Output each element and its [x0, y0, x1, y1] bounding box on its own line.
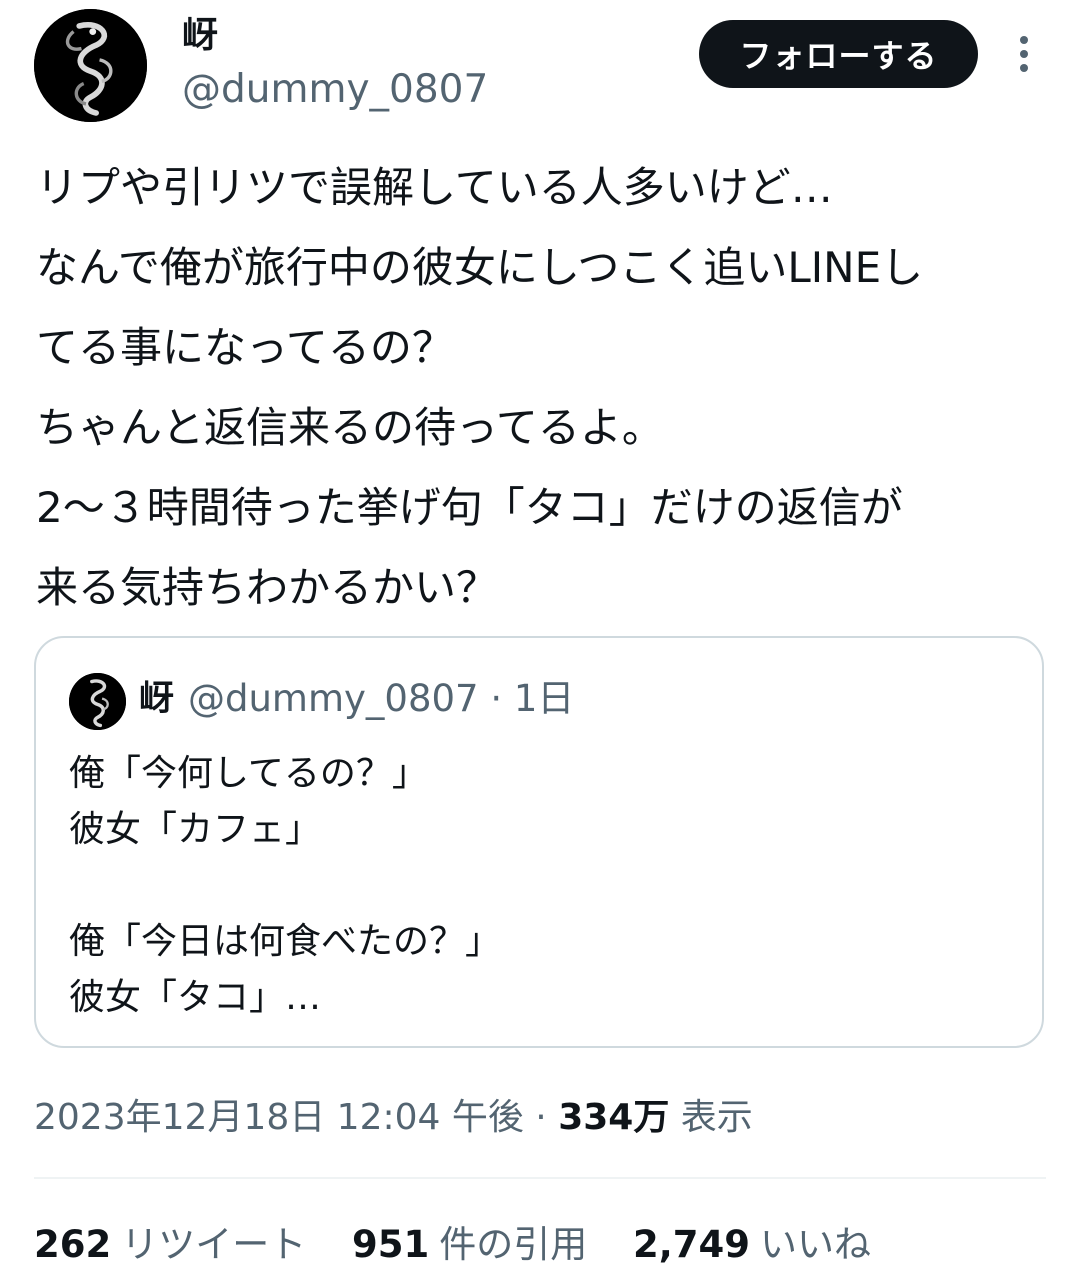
quoted-author-meta: @dummy_0807 · 1日	[188, 677, 575, 720]
smoke-dragon-avatar-icon	[34, 9, 147, 122]
engagement-stats: 262 リツイート 951 件の引用 2,749 いいね	[34, 1219, 905, 1271]
likes-count: 2,749	[633, 1223, 751, 1266]
views-count: 334万	[558, 1097, 670, 1138]
likes-stat[interactable]: 2,749 いいね	[633, 1219, 871, 1271]
quotes-count: 951	[352, 1223, 430, 1266]
tweet-body-text: リプや引リツで誤解している人多いけど… なんで俺が旅行中の彼女にしつこく追いLI…	[36, 163, 924, 612]
retweets-label: リツイート	[121, 1223, 307, 1266]
follow-button[interactable]: フォローする	[699, 20, 978, 88]
retweets-count: 262	[34, 1223, 112, 1266]
quotes-label: 件の引用	[439, 1223, 588, 1266]
author-avatar[interactable]	[34, 9, 147, 122]
quoted-tweet-card[interactable]: 岈 @dummy_0807 · 1日 俺「今何してるの？」 彼女「カフェ」 俺「…	[34, 636, 1044, 1048]
author-name[interactable]: 岈	[182, 14, 218, 58]
views-label: 表示	[669, 1097, 753, 1138]
tweet-header: 岈 @dummy_0807 フォローする	[0, 0, 1079, 130]
divider	[34, 1177, 1046, 1179]
quoted-author-name: 岈	[139, 679, 175, 719]
quoted-author-avatar	[69, 673, 126, 730]
more-vertical-icon[interactable]	[1008, 34, 1040, 74]
smoke-dragon-avatar-icon	[69, 673, 126, 730]
quotes-stat[interactable]: 951 件の引用	[352, 1219, 587, 1271]
author-handle[interactable]: @dummy_0807	[182, 66, 488, 114]
tweet-timestamp[interactable]: 2023年12月18日 12:04 午後 ·	[34, 1097, 558, 1138]
likes-label: いいね	[760, 1223, 872, 1266]
quoted-tweet-text: 俺「今何してるの？」 彼女「カフェ」 俺「今日は何食べたの？」 彼女「タコ」…	[69, 753, 502, 1018]
retweets-stat[interactable]: 262 リツイート	[34, 1219, 306, 1271]
tweet-timestamp-row: 2023年12月18日 12:04 午後 · 334万 表示	[34, 1092, 753, 1144]
